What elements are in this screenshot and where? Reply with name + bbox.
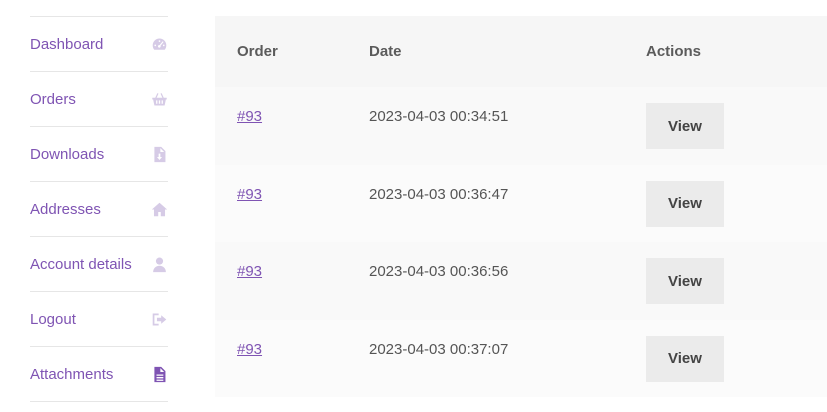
- basket-icon: [150, 90, 168, 108]
- dashboard-icon: [150, 35, 168, 53]
- nav-item-addresses[interactable]: Addresses: [30, 181, 168, 236]
- nav-item-label: Account details: [30, 255, 132, 273]
- order-number-link[interactable]: #93: [237, 263, 262, 280]
- user-icon: [150, 255, 168, 273]
- order-cell: #93: [237, 186, 262, 203]
- nav-item-account-details[interactable]: Account details: [30, 236, 168, 291]
- nav-item-label: Addresses: [30, 200, 101, 218]
- order-number-link[interactable]: #93: [237, 108, 262, 125]
- nav-item-downloads[interactable]: Downloads: [30, 126, 168, 181]
- orders-table: Order Date Actions #93 2023-04-03 00:34:…: [215, 16, 827, 397]
- nav-item-label: Attachments: [30, 365, 114, 383]
- column-header-actions: Actions: [646, 43, 702, 60]
- nav-item-dashboard[interactable]: Dashboard: [30, 16, 168, 71]
- order-date: 2023-04-03 00:37:07: [369, 340, 509, 358]
- nav-item-label: Dashboard: [30, 35, 104, 53]
- order-date: 2023-04-03 00:36:56: [369, 263, 509, 280]
- nav-item-label: Orders: [30, 90, 76, 108]
- view-order-button[interactable]: View: [646, 103, 724, 149]
- order-cell: #93: [237, 108, 262, 125]
- nav-item-label: Logout: [30, 310, 76, 328]
- view-order-button[interactable]: View: [646, 180, 724, 227]
- actions-cell: View: [646, 258, 724, 304]
- table-row: #93 2023-04-03 00:36:56 View: [215, 242, 827, 320]
- actions-cell: View: [646, 335, 724, 382]
- order-cell: #93: [237, 263, 262, 280]
- order-cell: #93: [237, 341, 262, 358]
- home-icon: [150, 200, 168, 218]
- table-row: #93 2023-04-03 00:34:51 View: [215, 87, 827, 165]
- actions-cell: View: [646, 103, 724, 149]
- table-row: #93 2023-04-03 00:36:47 View: [215, 164, 827, 242]
- actions-cell: View: [646, 180, 724, 227]
- document-icon: [150, 365, 168, 383]
- table-row: #93 2023-04-03 00:37:07 View: [215, 319, 827, 397]
- file-download-icon: [150, 145, 168, 163]
- column-header-order: Order: [237, 43, 278, 60]
- view-order-button[interactable]: View: [646, 258, 724, 304]
- order-number-link[interactable]: #93: [237, 341, 262, 358]
- nav-item-orders[interactable]: Orders: [30, 71, 168, 126]
- view-order-button[interactable]: View: [646, 335, 724, 382]
- nav-item-label: Downloads: [30, 145, 105, 163]
- nav-item-logout[interactable]: Logout: [30, 291, 168, 346]
- account-navigation: Dashboard Orders Downloads Addresses Acc…: [30, 16, 168, 402]
- order-date: 2023-04-03 00:36:47: [369, 185, 509, 203]
- order-date: 2023-04-03 00:34:51: [369, 108, 509, 125]
- column-header-date: Date: [369, 43, 402, 60]
- order-number-link[interactable]: #93: [237, 186, 262, 203]
- sign-out-icon: [150, 310, 168, 328]
- nav-item-attachments[interactable]: Attachments: [30, 346, 168, 402]
- table-header-row: Order Date Actions: [215, 16, 827, 87]
